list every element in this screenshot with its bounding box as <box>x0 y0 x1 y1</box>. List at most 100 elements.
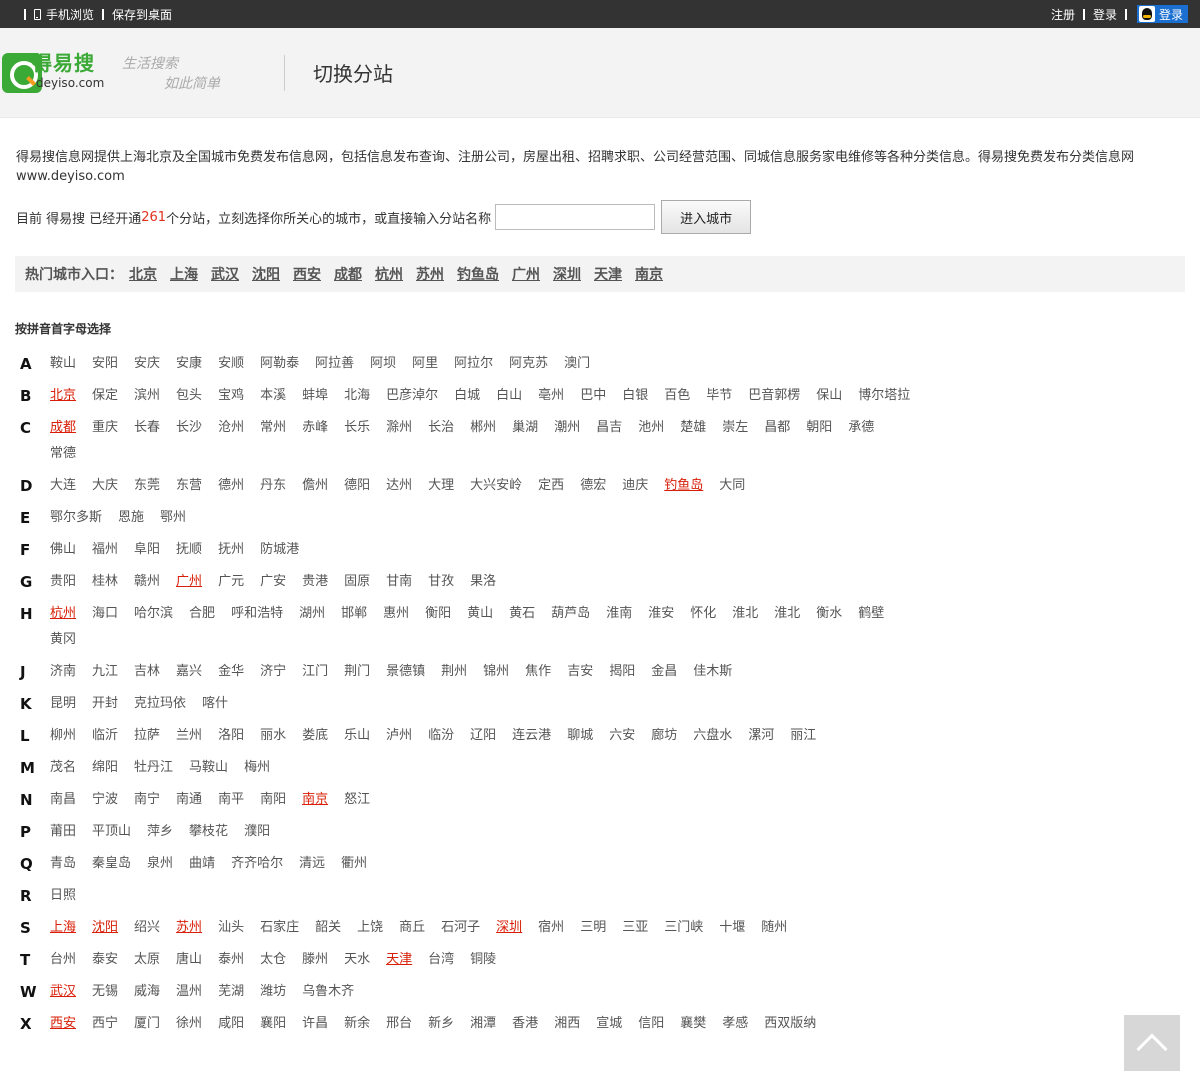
city-link[interactable]: 百色 <box>664 383 690 409</box>
city-link[interactable]: 贵港 <box>302 569 328 595</box>
hot-city-link[interactable]: 钓鱼岛 <box>457 267 499 283</box>
city-link[interactable]: 丹东 <box>260 473 286 499</box>
city-link[interactable]: 三亚 <box>622 915 648 941</box>
city-link[interactable]: 泰州 <box>218 947 244 973</box>
city-link[interactable]: 新余 <box>344 1011 370 1037</box>
city-link[interactable]: 滕州 <box>302 947 328 973</box>
city-link[interactable]: 邢台 <box>386 1011 412 1037</box>
city-link[interactable]: 三门峡 <box>664 915 703 941</box>
city-link[interactable]: 濮阳 <box>244 819 270 845</box>
city-link[interactable]: 广州 <box>176 569 202 595</box>
city-link[interactable]: 孝感 <box>722 1011 748 1037</box>
mobile-browse-link[interactable]: 手机浏览 <box>46 6 94 23</box>
city-link[interactable]: 洛阳 <box>218 723 244 749</box>
city-link[interactable]: 大连 <box>50 473 76 499</box>
city-link[interactable]: 白城 <box>454 383 480 409</box>
save-desktop-link[interactable]: 保存到桌面 <box>112 6 172 23</box>
city-link[interactable]: 香港 <box>512 1011 538 1037</box>
city-link[interactable]: 景德镇 <box>386 659 425 685</box>
city-link[interactable]: 白银 <box>622 383 648 409</box>
city-link[interactable]: 杭州 <box>50 601 76 627</box>
city-link[interactable]: 蚌埠 <box>302 383 328 409</box>
register-link[interactable]: 注册 <box>1051 6 1075 23</box>
city-link[interactable]: 济南 <box>50 659 76 685</box>
city-link[interactable]: 淮安 <box>648 601 674 627</box>
city-link[interactable]: 常德 <box>50 441 76 467</box>
city-link[interactable]: 包头 <box>176 383 202 409</box>
city-link[interactable]: 徐州 <box>176 1011 202 1037</box>
city-link[interactable]: 克拉玛依 <box>134 691 186 717</box>
hot-city-link[interactable]: 成都 <box>334 267 362 283</box>
city-link[interactable]: 邯郸 <box>341 601 367 627</box>
enter-city-button[interactable]: 进入城市 <box>661 200 752 234</box>
city-link[interactable]: 巴中 <box>580 383 606 409</box>
city-link[interactable]: 无锡 <box>92 979 118 1005</box>
city-link[interactable]: 贵阳 <box>50 569 76 595</box>
city-link[interactable]: 阿勒泰 <box>260 351 299 377</box>
city-link[interactable]: 沧州 <box>218 415 244 441</box>
city-link[interactable]: 石河子 <box>441 915 480 941</box>
city-link[interactable]: 吉林 <box>134 659 160 685</box>
city-link[interactable]: 抚州 <box>218 537 244 563</box>
city-link[interactable]: 青岛 <box>50 851 76 877</box>
city-link[interactable]: 安阳 <box>92 351 118 377</box>
city-link[interactable]: 长治 <box>428 415 454 441</box>
city-link[interactable]: 曲靖 <box>189 851 215 877</box>
city-link[interactable]: 乌鲁木齐 <box>302 979 354 1005</box>
city-link[interactable]: 呼和浩特 <box>231 601 283 627</box>
city-link[interactable]: 娄底 <box>302 723 328 749</box>
city-link[interactable]: 宁波 <box>92 787 118 813</box>
hot-city-link[interactable]: 深圳 <box>553 267 581 283</box>
city-link[interactable]: 新乡 <box>428 1011 454 1037</box>
city-link[interactable]: 长沙 <box>176 415 202 441</box>
city-link[interactable]: 聊城 <box>567 723 593 749</box>
city-link[interactable]: 甘孜 <box>428 569 454 595</box>
city-link[interactable]: 宿州 <box>538 915 564 941</box>
city-link[interactable]: 辽阳 <box>470 723 496 749</box>
city-link[interactable]: 汕头 <box>218 915 244 941</box>
city-link[interactable]: 阿拉善 <box>315 351 354 377</box>
city-link[interactable]: 德州 <box>218 473 244 499</box>
city-link[interactable]: 绍兴 <box>134 915 160 941</box>
city-link[interactable]: 芜湖 <box>218 979 244 1005</box>
city-link[interactable]: 南京 <box>302 787 328 813</box>
city-link[interactable]: 黄冈 <box>50 627 76 653</box>
city-link[interactable]: 湘西 <box>554 1011 580 1037</box>
city-link[interactable]: 亳州 <box>538 383 564 409</box>
city-link[interactable]: 恩施 <box>118 505 144 531</box>
hot-city-link[interactable]: 苏州 <box>416 267 444 283</box>
city-search-input[interactable] <box>495 204 656 230</box>
city-link[interactable]: 石家庄 <box>260 915 299 941</box>
city-link[interactable]: 十堰 <box>719 915 745 941</box>
city-link[interactable]: 抚顺 <box>176 537 202 563</box>
city-link[interactable]: 潮州 <box>554 415 580 441</box>
city-link[interactable]: 佛山 <box>50 537 76 563</box>
city-link[interactable]: 滨州 <box>134 383 160 409</box>
hot-city-link[interactable]: 武汉 <box>211 267 239 283</box>
city-link[interactable]: 白山 <box>496 383 522 409</box>
city-link[interactable]: 安顺 <box>218 351 244 377</box>
city-link[interactable]: 淮南 <box>606 601 632 627</box>
city-link[interactable]: 衡阳 <box>425 601 451 627</box>
city-link[interactable]: 绵阳 <box>92 755 118 781</box>
city-link[interactable]: 成都 <box>50 415 76 441</box>
city-link[interactable]: 巢湖 <box>512 415 538 441</box>
city-link[interactable]: 本溪 <box>260 383 286 409</box>
city-link[interactable]: 太原 <box>134 947 160 973</box>
city-link[interactable]: 荆门 <box>344 659 370 685</box>
city-link[interactable]: 怀化 <box>690 601 716 627</box>
city-link[interactable]: 焦作 <box>525 659 551 685</box>
city-link[interactable]: 广元 <box>218 569 244 595</box>
city-link[interactable]: 南昌 <box>50 787 76 813</box>
city-link[interactable]: 开封 <box>92 691 118 717</box>
city-link[interactable]: 台湾 <box>428 947 454 973</box>
city-link[interactable]: 济宁 <box>260 659 286 685</box>
city-link[interactable]: 阿坝 <box>370 351 396 377</box>
city-link[interactable]: 宝鸡 <box>218 383 244 409</box>
city-link[interactable]: 临沂 <box>92 723 118 749</box>
city-link[interactable]: 佳木斯 <box>693 659 732 685</box>
city-link[interactable]: 鹤壁 <box>858 601 884 627</box>
city-link[interactable]: 宣城 <box>596 1011 622 1037</box>
city-link[interactable]: 牡丹江 <box>134 755 173 781</box>
city-link[interactable]: 江门 <box>302 659 328 685</box>
